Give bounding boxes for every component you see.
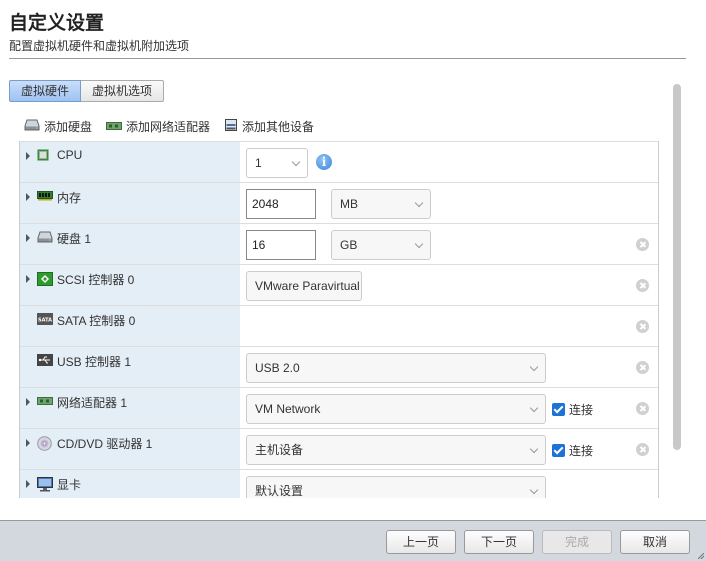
dialog-footer: 上一页 下一页 完成 取消: [0, 520, 706, 561]
video-card-settings-value: 默认设置: [255, 484, 304, 498]
add-hard-disk-button[interactable]: 添加硬盘: [24, 118, 92, 135]
network-adapter-icon: [106, 120, 123, 134]
tab-vm-options[interactable]: 虚拟机选项: [81, 80, 165, 102]
network-select[interactable]: VM Network: [246, 394, 546, 424]
network-value: VM Network: [255, 402, 321, 416]
scsi-controller-type-select[interactable]: VMware Paravirtual: [246, 271, 362, 301]
chevron-down-icon: [529, 403, 539, 413]
hardware-row-hard-disk: 硬盘 1 16 GB: [20, 224, 658, 265]
hardware-row-network-adapter: 网络适配器 1 VM Network 连接: [20, 388, 658, 429]
network-adapter-icon: [37, 395, 53, 409]
memory-unit-select[interactable]: MB: [331, 189, 431, 219]
add-hard-disk-label: 添加硬盘: [44, 120, 93, 134]
cd-dvd-label: CD/DVD 驱动器 1: [57, 437, 153, 451]
hardware-row-memory: 内存 2048 MB: [20, 183, 658, 224]
memory-unit-value: MB: [340, 197, 358, 211]
resize-grip-icon[interactable]: [698, 553, 704, 559]
remove-usb-controller-icon[interactable]: [636, 361, 649, 374]
hard-disk-icon: [37, 231, 53, 246]
checkbox-checked-icon: [552, 444, 565, 457]
usb-icon: [37, 354, 53, 369]
expand-arrow-icon[interactable]: [26, 234, 30, 242]
hardware-row-scsi-controller: SCSI 控制器 0 VMware Paravirtual: [20, 265, 658, 306]
device-toolbar: 添加硬盘 添加网络适配器 添加其他设备: [24, 118, 314, 135]
info-icon[interactable]: i: [316, 154, 332, 170]
expand-arrow-icon[interactable]: [26, 193, 30, 201]
cd-dvd-connect-label: 连接: [569, 444, 594, 458]
checkbox-checked-icon: [552, 403, 565, 416]
remove-scsi-controller-icon[interactable]: [636, 279, 649, 292]
video-card-label: 显卡: [57, 478, 82, 492]
add-other-device-label: 添加其他设备: [242, 120, 315, 134]
disk-unit-value: GB: [340, 238, 358, 252]
add-network-adapter-label: 添加网络适配器: [126, 120, 211, 134]
chevron-down-icon: [529, 444, 539, 454]
cancel-button[interactable]: 取消: [620, 530, 690, 554]
remove-network-adapter-icon[interactable]: [636, 402, 649, 415]
customize-settings-dialog: 自定义设置 配置虚拟机硬件和虚拟机附加选项 虚拟硬件 虚拟机选项 添加硬盘 添加…: [0, 0, 706, 561]
network-connect-label: 连接: [569, 403, 594, 417]
tab-virtual-hardware[interactable]: 虚拟硬件: [9, 80, 82, 102]
hardware-row-usb-controller: USB 控制器 1 USB 2.0: [20, 347, 658, 388]
hardware-row-cd-dvd: CD/DVD 驱动器 1 主机设备 连接: [20, 429, 658, 470]
chevron-down-icon: [414, 239, 424, 249]
remove-cd-dvd-icon[interactable]: [636, 443, 649, 456]
cd-dvd-icon: [37, 436, 52, 454]
hardware-row-video-card: 显卡 默认设置: [20, 470, 658, 498]
remove-sata-controller-icon[interactable]: [636, 320, 649, 333]
chevron-down-icon: [529, 485, 539, 495]
scsi-controller-label: SCSI 控制器 0: [57, 273, 135, 287]
page-title: 自定义设置: [9, 13, 105, 34]
hardware-row-sata-controller: SATA SATA 控制器 0: [20, 306, 658, 347]
expand-arrow-icon[interactable]: [26, 439, 30, 447]
disk-unit-select[interactable]: GB: [331, 230, 431, 260]
usb-version-value: USB 2.0: [255, 361, 300, 375]
monitor-icon: [37, 477, 53, 495]
add-other-device-button[interactable]: 添加其他设备: [224, 118, 314, 135]
memory-icon: [37, 190, 53, 204]
sata-controller-icon: SATA: [37, 313, 53, 328]
hardware-row-cpu: CPU 1 i: [20, 142, 658, 183]
usb-version-select[interactable]: USB 2.0: [246, 353, 546, 383]
back-button[interactable]: 上一页: [386, 530, 456, 554]
network-adapter-label: 网络适配器 1: [57, 396, 128, 410]
tab-bar: 虚拟硬件 虚拟机选项: [9, 80, 165, 102]
memory-size-input[interactable]: 2048: [246, 189, 316, 219]
hard-disk-icon: [24, 119, 40, 134]
usb-controller-label: USB 控制器 1: [57, 355, 132, 369]
page-subtitle: 配置虚拟机硬件和虚拟机附加选项: [9, 39, 190, 53]
finish-button[interactable]: 完成: [542, 530, 612, 554]
header-divider: [9, 58, 686, 59]
sata-controller-label: SATA 控制器 0: [57, 314, 136, 328]
expand-arrow-icon[interactable]: [26, 152, 30, 160]
chevron-down-icon: [414, 198, 424, 208]
other-device-icon: [224, 118, 238, 135]
cpu-count-select[interactable]: 1: [246, 148, 308, 178]
expand-arrow-icon[interactable]: [26, 275, 30, 283]
vertical-scrollbar[interactable]: [673, 84, 681, 450]
svg-text:SATA: SATA: [38, 318, 52, 324]
next-button[interactable]: 下一页: [464, 530, 534, 554]
add-network-adapter-button[interactable]: 添加网络适配器: [106, 118, 210, 135]
scsi-controller-icon: [37, 272, 53, 289]
expand-arrow-icon[interactable]: [26, 398, 30, 406]
hardware-table: CPU 1 i 内存 2048 MB 硬盘 1 16 GB SCSI 控制器 0…: [19, 141, 659, 498]
cd-dvd-source-value: 主机设备: [255, 443, 304, 457]
network-connect-checkbox[interactable]: 连接: [552, 401, 593, 418]
chevron-down-icon: [529, 362, 539, 372]
cd-dvd-source-select[interactable]: 主机设备: [246, 435, 546, 465]
video-card-settings-select[interactable]: 默认设置: [246, 476, 546, 498]
expand-arrow-icon[interactable]: [26, 480, 30, 488]
cd-dvd-connect-checkbox[interactable]: 连接: [552, 442, 593, 459]
cpu-icon: [37, 149, 49, 164]
cpu-count-value: 1: [255, 156, 262, 170]
chevron-down-icon: [291, 157, 301, 167]
disk-size-input[interactable]: 16: [246, 230, 316, 260]
cpu-label: CPU: [57, 148, 83, 162]
memory-label: 内存: [57, 191, 82, 205]
hard-disk-label: 硬盘 1: [57, 232, 92, 246]
remove-hard-disk-icon[interactable]: [636, 238, 649, 251]
